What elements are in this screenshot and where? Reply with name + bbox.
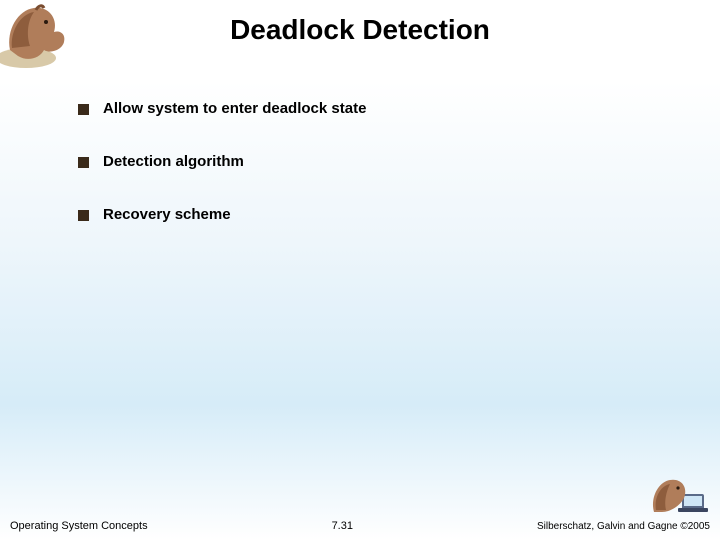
- bullet-square-icon: [78, 104, 89, 115]
- bullet-list: Allow system to enter deadlock state Det…: [78, 100, 660, 259]
- page-number: 7.31: [148, 520, 537, 532]
- bullet-text: Recovery scheme: [103, 206, 231, 223]
- dinosaur-mascot-small-icon: [648, 472, 712, 520]
- footer: Operating System Concepts 7.31 Silbersch…: [10, 520, 710, 532]
- slide: Deadlock Detection Allow system to enter…: [0, 0, 720, 540]
- bullet-square-icon: [78, 157, 89, 168]
- list-item: Detection algorithm: [78, 153, 660, 170]
- list-item: Allow system to enter deadlock state: [78, 100, 660, 117]
- footer-copyright: Silberschatz, Galvin and Gagne ©2005: [537, 521, 710, 532]
- bullet-text: Detection algorithm: [103, 153, 244, 170]
- footer-left: Operating System Concepts: [10, 520, 148, 532]
- list-item: Recovery scheme: [78, 206, 660, 223]
- bullet-square-icon: [78, 210, 89, 221]
- slide-title: Deadlock Detection: [0, 14, 720, 46]
- bullet-text: Allow system to enter deadlock state: [103, 100, 366, 117]
